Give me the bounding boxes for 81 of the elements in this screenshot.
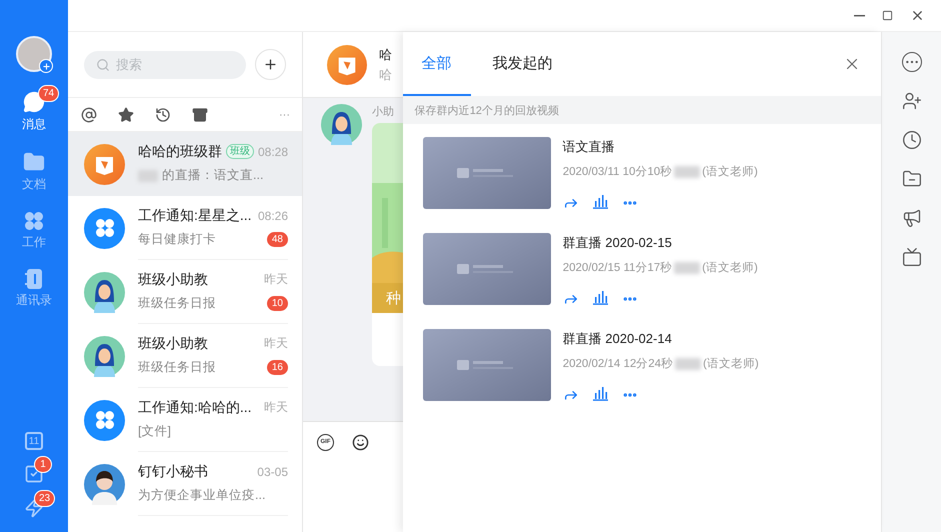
- plus-icon: [42, 62, 50, 70]
- video-meta: 2020/02/15 11分17秒: [562, 260, 672, 275]
- chat-avatar: [84, 336, 125, 376]
- notice-text: 保存群内近12个月的回放视频: [402, 96, 882, 124]
- group-avatar: [327, 44, 367, 84]
- contacts-icon: [25, 269, 43, 289]
- chat-avatar: [84, 208, 125, 248]
- statistics-icon[interactable]: [592, 387, 608, 401]
- video-meta: 2020/03/11 10分10秒: [562, 164, 672, 179]
- chat-avatar: [84, 272, 125, 312]
- presenter-role: (语文老师): [702, 164, 758, 179]
- message-input[interactable]: [303, 462, 403, 532]
- chat-preview: 每日健康打卡: [138, 231, 216, 248]
- folder-icon: [23, 151, 45, 173]
- video-meta: 2020/02/14 12分24秒: [562, 356, 674, 371]
- plus-icon: [263, 57, 278, 72]
- chat-name: 工作通知:哈哈的...: [138, 398, 252, 416]
- maximize-icon: [882, 10, 893, 21]
- chat-time: 昨天: [264, 399, 288, 416]
- folder-icon[interactable]: [902, 169, 922, 189]
- chat-name: 班级小助教: [138, 270, 208, 288]
- chat-avatar: [84, 144, 125, 184]
- history-icon[interactable]: [155, 106, 171, 122]
- maximize-button[interactable]: [882, 10, 893, 21]
- chat-subtitle: 哈: [379, 66, 392, 84]
- close-icon: [910, 8, 925, 23]
- archive-icon[interactable]: [192, 106, 208, 122]
- star-icon[interactable]: [118, 106, 134, 122]
- chat-time: 昨天: [264, 271, 288, 288]
- statistics-icon[interactable]: [592, 291, 608, 305]
- chat-time: 08:28: [258, 144, 288, 158]
- add-button[interactable]: [255, 49, 286, 80]
- chat-preview: 为方便企事业单位疫...: [138, 487, 266, 504]
- video-title[interactable]: 群直播 2020-02-14: [562, 330, 759, 348]
- presenter-role: (语文老师): [703, 356, 759, 371]
- sender-name: 小助: [372, 105, 395, 119]
- search-icon: [96, 58, 110, 72]
- user-avatar[interactable]: [16, 36, 52, 72]
- megaphone-icon[interactable]: [902, 208, 922, 228]
- nav-item[interactable]: 消息 74: [10, 84, 58, 133]
- sender-avatar: [321, 104, 362, 145]
- mention-icon[interactable]: [81, 106, 97, 122]
- chat-avatar: [84, 400, 125, 440]
- unread-badge: 48: [266, 232, 288, 247]
- chat-preview: 班级任务日报: [138, 295, 216, 312]
- tab[interactable]: 我发起的: [470, 32, 575, 96]
- chat-name: 哈哈的班级群: [138, 142, 222, 160]
- card-caption: 种: [386, 289, 401, 308]
- search-placeholder: 搜索: [116, 56, 142, 74]
- chat-title: 哈: [379, 46, 392, 64]
- chat-name: 钉钉小秘书: [138, 462, 208, 480]
- chat-preview: 的直播：语文直...: [162, 167, 264, 184]
- group-tag: 班级: [226, 144, 254, 159]
- more-icon[interactable]: [902, 52, 922, 72]
- chat-icon: [23, 91, 45, 113]
- minimize-icon: [854, 14, 865, 16]
- unread-badge: 16: [266, 360, 288, 375]
- statistics-icon[interactable]: [592, 195, 608, 209]
- count-badge: 1: [34, 456, 52, 473]
- chat-name: 工作通知:星星之...: [138, 206, 252, 224]
- minimize-button[interactable]: [854, 14, 865, 16]
- tv-icon[interactable]: [902, 247, 922, 267]
- chat-name: 班级小助教: [138, 334, 208, 352]
- chat-preview: [文件]: [138, 423, 171, 440]
- video-title[interactable]: 语文直播: [562, 138, 758, 156]
- clock-icon[interactable]: [902, 130, 922, 150]
- count-badge: 74: [38, 85, 60, 102]
- count-badge: 23: [34, 490, 56, 507]
- chat-preview: 班级任务日报: [138, 359, 216, 376]
- chat-avatar: [84, 464, 125, 504]
- emoji-icon[interactable]: [352, 434, 369, 450]
- unread-badge: 10: [266, 296, 288, 311]
- video-title[interactable]: 群直播 2020-02-15: [562, 234, 758, 252]
- chat-time: 昨天: [264, 335, 288, 352]
- chat-time: 08:26: [258, 208, 288, 222]
- chat-time: 03-05: [257, 464, 288, 478]
- chat-row[interactable]: 哈哈的班级群 班级 08:28 的直播：语文直...: [68, 132, 302, 196]
- close-button[interactable]: [910, 8, 925, 23]
- clover-icon: [24, 211, 44, 231]
- add-member-icon[interactable]: [902, 91, 922, 111]
- presenter-role: (语文老师): [702, 260, 758, 275]
